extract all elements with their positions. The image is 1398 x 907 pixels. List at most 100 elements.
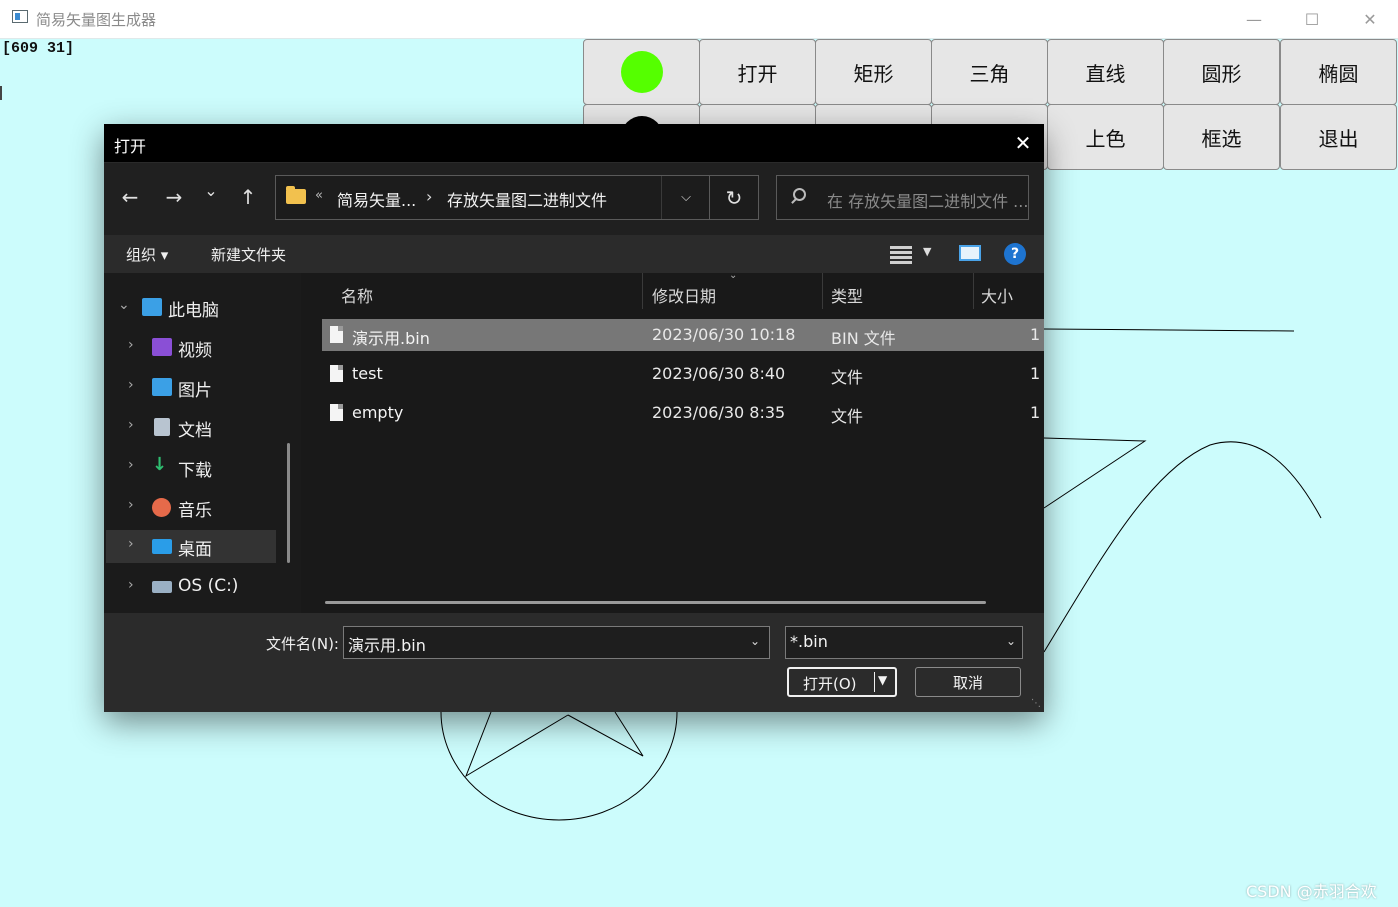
view-dropdown-icon[interactable]: ▼ bbox=[923, 245, 931, 258]
dialog-title: 打开 bbox=[114, 137, 147, 156]
triangle-button[interactable]: 三角 bbox=[931, 39, 1048, 105]
up-arrow-icon[interactable]: ↑ bbox=[234, 185, 262, 209]
dialog-open-button[interactable]: 打开(O) ▼ bbox=[787, 667, 897, 697]
drawn-triangle-edge bbox=[1043, 437, 1147, 509]
line-button[interactable]: 直线 bbox=[1047, 39, 1164, 105]
address-dropdown-icon[interactable]: ⌵ bbox=[661, 176, 710, 219]
window-titlebar[interactable]: 简易矢量图生成器 — ☐ ✕ bbox=[0, 0, 1398, 39]
ellipse-button[interactable]: 椭圆 bbox=[1280, 39, 1397, 105]
file-row[interactable]: test 2023/06/30 8:40 文件 1 bbox=[322, 358, 1044, 390]
view-mode-icon[interactable] bbox=[890, 244, 912, 264]
resize-grip-icon[interactable]: ⋱ bbox=[1031, 698, 1041, 709]
open-options-dropdown-icon[interactable]: ▼ bbox=[878, 673, 887, 687]
horizontal-scrollbar[interactable] bbox=[325, 601, 986, 604]
fill-button[interactable]: 上色 bbox=[1047, 104, 1164, 170]
sort-caret-icon: ⌄ bbox=[729, 270, 738, 281]
drawn-star-left bbox=[465, 711, 569, 778]
new-folder-button[interactable]: 新建文件夹 bbox=[211, 244, 286, 265]
command-bar: 组织 ▾ 新建文件夹 ▼ ? bbox=[104, 235, 1044, 273]
file-row[interactable]: empty 2023/06/30 8:35 文件 1 bbox=[322, 397, 1044, 429]
drawn-circle bbox=[440, 711, 678, 821]
rectangle-button[interactable]: 矩形 bbox=[815, 39, 932, 105]
column-divider[interactable] bbox=[642, 273, 643, 309]
file-icon bbox=[330, 404, 343, 421]
breadcrumb-separator-icon[interactable]: › bbox=[426, 187, 432, 206]
filename-input[interactable]: 演示用.bin bbox=[343, 626, 770, 659]
column-divider[interactable] bbox=[822, 273, 823, 309]
file-size: 1 bbox=[1030, 325, 1041, 344]
column-size[interactable]: 大小 bbox=[981, 283, 1013, 307]
sidebar-label: 图片 bbox=[178, 381, 212, 401]
sidebar-item-downloads[interactable]: › ↓ 下载 bbox=[106, 451, 276, 484]
filename-dropdown-icon[interactable]: ⌄ bbox=[750, 634, 760, 648]
file-size: 1 bbox=[1030, 364, 1041, 383]
chevron-right-icon[interactable]: › bbox=[128, 417, 134, 433]
file-type-filter-select[interactable]: *.bin ⌄ bbox=[785, 626, 1023, 659]
canvas-edge-mark bbox=[0, 86, 2, 100]
sidebar-item-music[interactable]: › 音乐 bbox=[106, 491, 276, 524]
open-file-dialog: 打开 ✕ ← → ⌄ ↑ « 简易矢量... › 存放矢量图二进制文件 ⌵ ↻ … bbox=[104, 124, 1044, 712]
download-icon: ↓ bbox=[152, 454, 168, 475]
sidebar-item-this-pc[interactable]: ⌄ 此电脑 bbox=[106, 291, 276, 324]
chevron-right-icon[interactable]: › bbox=[128, 536, 134, 552]
sidebar-item-pictures[interactable]: › 图片 bbox=[106, 371, 276, 404]
address-bar[interactable]: « 简易矢量... › 存放矢量图二进制文件 ⌵ bbox=[275, 175, 759, 220]
breadcrumb-parent[interactable]: 简易矢量... bbox=[337, 187, 416, 211]
fill-color-button[interactable] bbox=[583, 39, 700, 105]
sidebar-item-desktop[interactable]: › 桌面 bbox=[106, 530, 276, 563]
column-name[interactable]: 名称 bbox=[341, 283, 373, 307]
watermark: CSDN @赤羽合欢 bbox=[1246, 882, 1377, 901]
filter-value: *.bin bbox=[790, 632, 828, 651]
column-modified[interactable]: 修改日期 bbox=[652, 283, 716, 307]
forward-arrow-icon[interactable]: → bbox=[160, 185, 188, 209]
file-name: 演示用.bin bbox=[352, 329, 430, 348]
sidebar-item-os-drive[interactable]: › OS (C:) bbox=[106, 571, 276, 604]
breadcrumb-current[interactable]: 存放矢量图二进制文件 bbox=[447, 187, 607, 211]
chevron-down-icon[interactable]: ⌄ bbox=[118, 297, 130, 313]
sidebar-item-documents[interactable]: › 文档 bbox=[106, 411, 276, 444]
drawn-star-right bbox=[567, 711, 644, 757]
file-type: 文件 bbox=[831, 368, 864, 387]
filename-label: 文件名(N): bbox=[266, 635, 339, 653]
navigation-bar: ← → ⌄ ↑ « 简易矢量... › 存放矢量图二进制文件 ⌵ ↻ 在 存放矢… bbox=[104, 163, 1044, 235]
refresh-icon[interactable]: ↻ bbox=[709, 175, 759, 220]
maximize-button[interactable]: ☐ bbox=[1283, 0, 1341, 38]
preview-pane-icon[interactable] bbox=[959, 245, 981, 261]
sidebar-scrollbar[interactable] bbox=[287, 443, 290, 563]
file-size: 1 bbox=[1030, 403, 1041, 422]
dialog-cancel-button[interactable]: 取消 bbox=[915, 667, 1021, 697]
help-icon[interactable]: ? bbox=[1004, 243, 1026, 265]
chevron-right-icon[interactable]: › bbox=[128, 457, 134, 473]
column-header-row: 名称 ⌄ 修改日期 类型 大小 bbox=[311, 270, 1044, 311]
dialog-titlebar[interactable]: 打开 ✕ bbox=[104, 124, 1044, 163]
organize-menu[interactable]: 组织 ▾ bbox=[126, 244, 168, 265]
search-input[interactable]: 在 存放矢量图二进制文件 ... bbox=[776, 175, 1029, 220]
circle-button[interactable]: 圆形 bbox=[1163, 39, 1280, 105]
column-type[interactable]: 类型 bbox=[831, 283, 863, 307]
search-placeholder: 在 存放矢量图二进制文件 ... bbox=[827, 192, 1027, 211]
breadcrumb-overflow[interactable]: « bbox=[315, 188, 323, 203]
file-row-selected[interactable]: 演示用.bin 2023/06/30 10:18 BIN 文件 1 bbox=[322, 319, 1044, 351]
chevron-right-icon[interactable]: › bbox=[128, 377, 134, 393]
fill-color-swatch bbox=[620, 51, 663, 93]
file-name: empty bbox=[352, 403, 404, 422]
minimize-button[interactable]: — bbox=[1225, 0, 1283, 38]
select-button[interactable]: 框选 bbox=[1163, 104, 1280, 170]
chevron-right-icon[interactable]: › bbox=[128, 337, 134, 353]
file-list: 名称 ⌄ 修改日期 类型 大小 演示用.bin 2023/06/30 10:18… bbox=[311, 270, 1044, 613]
music-icon bbox=[152, 498, 171, 517]
pictures-icon bbox=[152, 378, 172, 396]
chevron-right-icon[interactable]: › bbox=[128, 577, 134, 593]
sidebar-label: 桌面 bbox=[178, 540, 212, 560]
dialog-close-button[interactable]: ✕ bbox=[1002, 124, 1044, 162]
filter-dropdown-icon[interactable]: ⌄ bbox=[1006, 634, 1016, 648]
chevron-right-icon[interactable]: › bbox=[128, 497, 134, 513]
open-button[interactable]: 打开 bbox=[699, 39, 816, 105]
recent-locations-icon[interactable]: ⌄ bbox=[197, 181, 225, 200]
sidebar-item-videos[interactable]: › 视频 bbox=[106, 331, 276, 364]
exit-button[interactable]: 退出 bbox=[1280, 104, 1397, 170]
back-arrow-icon[interactable]: ← bbox=[116, 185, 144, 209]
close-button[interactable]: ✕ bbox=[1341, 0, 1398, 38]
column-divider[interactable] bbox=[973, 273, 974, 309]
file-icon bbox=[330, 365, 343, 382]
